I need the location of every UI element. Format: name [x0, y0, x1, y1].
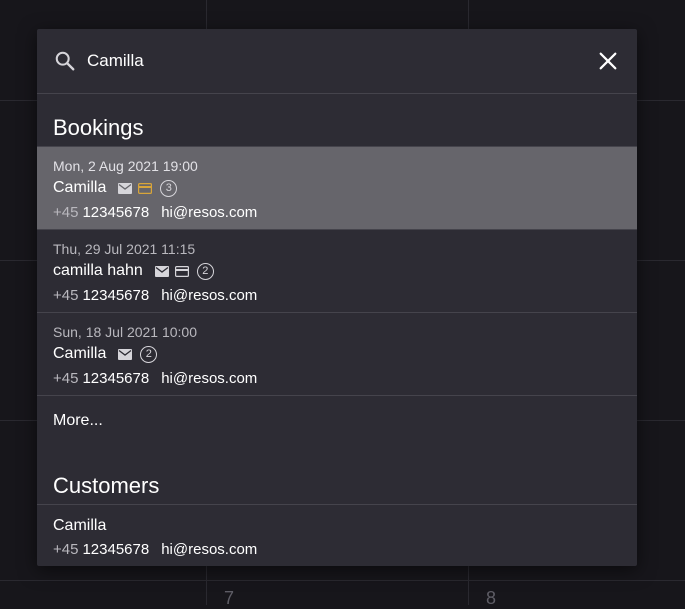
booking-row[interactable]: Thu, 29 Jul 2021 11:15 camilla hahn 2 +4…: [37, 230, 637, 313]
booking-name: Camilla: [53, 179, 106, 197]
booking-date: Sun, 18 Jul 2021 10:00: [53, 324, 197, 340]
mail-icon: [118, 349, 132, 360]
search-icon: [54, 50, 76, 72]
customers-heading: Customers: [37, 475, 159, 497]
country-code: +45: [53, 204, 78, 221]
booking-name: camilla hahn: [53, 262, 143, 280]
email-address: hi@resos.com: [161, 204, 257, 221]
calendar-day-number: 8: [486, 588, 496, 609]
guest-count-badge: 2: [197, 263, 214, 280]
close-icon[interactable]: [597, 50, 619, 72]
phone-number: 12345678: [82, 287, 149, 304]
search-dialog: Bookings Mon, 2 Aug 2021 19:00 Camilla 3…: [37, 29, 637, 566]
country-code: +45: [53, 541, 78, 558]
more-bookings-link[interactable]: More...: [53, 412, 103, 430]
bookings-heading: Bookings: [37, 117, 144, 139]
booking-name-row: Camilla 2: [53, 345, 157, 363]
country-code: +45: [53, 287, 78, 304]
phone-number: 12345678: [82, 204, 149, 221]
calendar-day-number: 7: [224, 588, 234, 609]
booking-list: Mon, 2 Aug 2021 19:00 Camilla 3 +45 1234…: [37, 146, 637, 443]
credit-card-icon: [138, 183, 152, 194]
booking-row[interactable]: Sun, 18 Jul 2021 10:00 Camilla 2 +45 123…: [37, 313, 637, 396]
email-address: hi@resos.com: [161, 541, 257, 558]
phone-number: 12345678: [82, 370, 149, 387]
credit-card-icon: [175, 266, 189, 277]
booking-name-row: Camilla 3: [53, 179, 177, 197]
more-bookings-row[interactable]: More...: [37, 396, 637, 443]
customer-list: Camilla +45 12345678 hi@resos.com: [37, 504, 637, 566]
customer-contact: +45 12345678 hi@resos.com: [53, 541, 257, 558]
booking-date: Mon, 2 Aug 2021 19:00: [53, 158, 198, 174]
booking-date: Thu, 29 Jul 2021 11:15: [53, 241, 195, 257]
guest-count-badge: 3: [160, 180, 177, 197]
mail-icon: [155, 266, 169, 277]
email-address: hi@resos.com: [161, 287, 257, 304]
phone-number: 12345678: [82, 541, 149, 558]
customer-row[interactable]: Camilla +45 12345678 hi@resos.com: [37, 505, 637, 566]
booking-name-row: camilla hahn 2: [53, 262, 214, 280]
booking-contact: +45 12345678 hi@resos.com: [53, 287, 257, 304]
search-input[interactable]: [87, 47, 567, 75]
booking-name: Camilla: [53, 345, 106, 363]
customer-name: Camilla: [53, 517, 106, 535]
booking-row[interactable]: Mon, 2 Aug 2021 19:00 Camilla 3 +45 1234…: [37, 147, 637, 230]
booking-contact: +45 12345678 hi@resos.com: [53, 204, 257, 221]
booking-contact: +45 12345678 hi@resos.com: [53, 370, 257, 387]
calendar-grid-line: [0, 580, 685, 581]
search-bar: [37, 29, 637, 94]
email-address: hi@resos.com: [161, 370, 257, 387]
guest-count-badge: 2: [140, 346, 157, 363]
country-code: +45: [53, 370, 78, 387]
mail-icon: [118, 183, 132, 194]
